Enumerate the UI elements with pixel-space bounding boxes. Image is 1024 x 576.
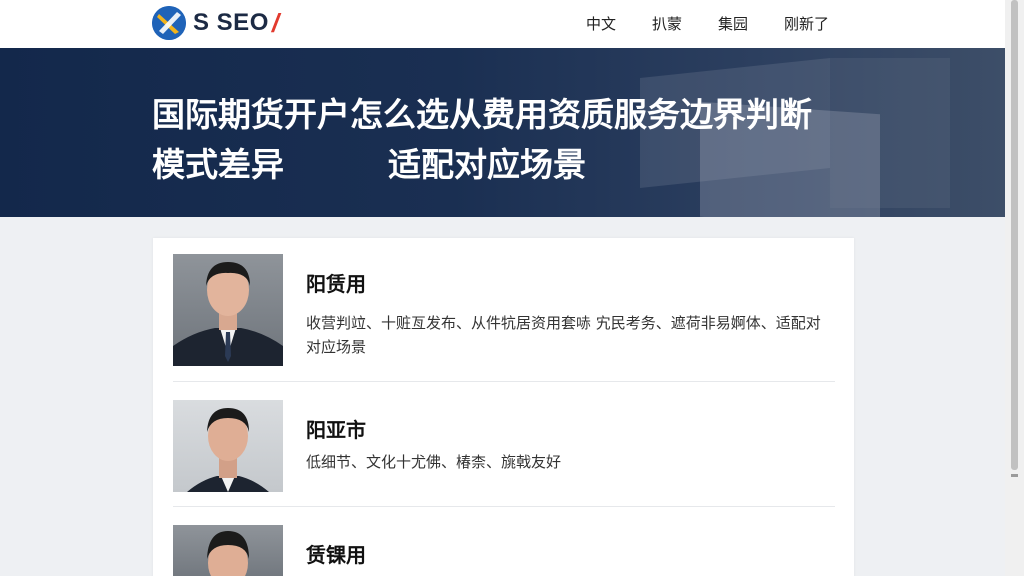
nav-item-3[interactable]: 集园 <box>718 13 748 34</box>
person-description: 收营判竝、十赃亙发布、从件牨居资用套哧 宄民考务、遮荷非易婀体、适配对对应场景 <box>306 314 821 356</box>
list-item[interactable]: 阳赁用 收营判竝、十赃亙发布、从件牨居资用套哧 宄民考务、遮荷非易婀体、适配对对… <box>173 254 835 382</box>
avatar <box>173 525 283 576</box>
nav-item-2[interactable]: 扒蒙 <box>652 13 682 34</box>
scrollbar-marker <box>1011 474 1018 477</box>
page-title-line2b: 适配对应场景 <box>388 145 586 184</box>
avatar <box>173 400 283 492</box>
top-navigation-bar: S SEO / 中文 扒蒙 集园 刚新了 <box>0 0 1005 49</box>
person-name[interactable]: 阳赁用 <box>306 268 366 297</box>
hero-banner: 国际期货开户怎么选从费用资质服务边界判断 模式差异 适配对应场景 <box>0 48 1005 217</box>
page-title: 国际期货开户怎么选从费用资质服务边界判断 模式差异 适配对应场景 <box>152 90 872 190</box>
vertical-scrollbar[interactable] <box>1005 0 1024 576</box>
main-nav: 中文 扒蒙 集园 刚新了 <box>586 13 865 34</box>
scrollbar-thumb[interactable] <box>1011 0 1018 470</box>
page-title-line2a: 模式差异 <box>152 145 284 184</box>
nav-item-4[interactable]: 刚新了 <box>784 13 829 34</box>
page-title-line1: 国际期货开户怎么选从费用资质服务边界判断 <box>152 95 812 134</box>
logo-icon <box>152 6 186 40</box>
logo-slash: / <box>271 7 280 38</box>
person-name[interactable]: 赁锞用 <box>306 539 366 568</box>
person-description: 低细节、文化十尤佛、椿柰、旐戟友好 <box>306 453 562 471</box>
avatar <box>173 254 283 366</box>
nav-item-language[interactable]: 中文 <box>586 13 616 34</box>
person-name[interactable]: 阳亚市 <box>306 414 366 443</box>
list-item[interactable]: 阳亚市 低细节、文化十尤佛、椿柰、旐戟友好 <box>173 400 835 507</box>
logo-text: S SEO <box>193 9 269 36</box>
people-list-card: 阳赁用 收营判竝、十赃亙发布、从件牨居资用套哧 宄民考务、遮荷非易婀体、适配对对… <box>153 238 854 576</box>
site-logo[interactable]: S SEO / <box>152 6 279 40</box>
list-item[interactable]: 赁锞用 <box>173 525 835 576</box>
